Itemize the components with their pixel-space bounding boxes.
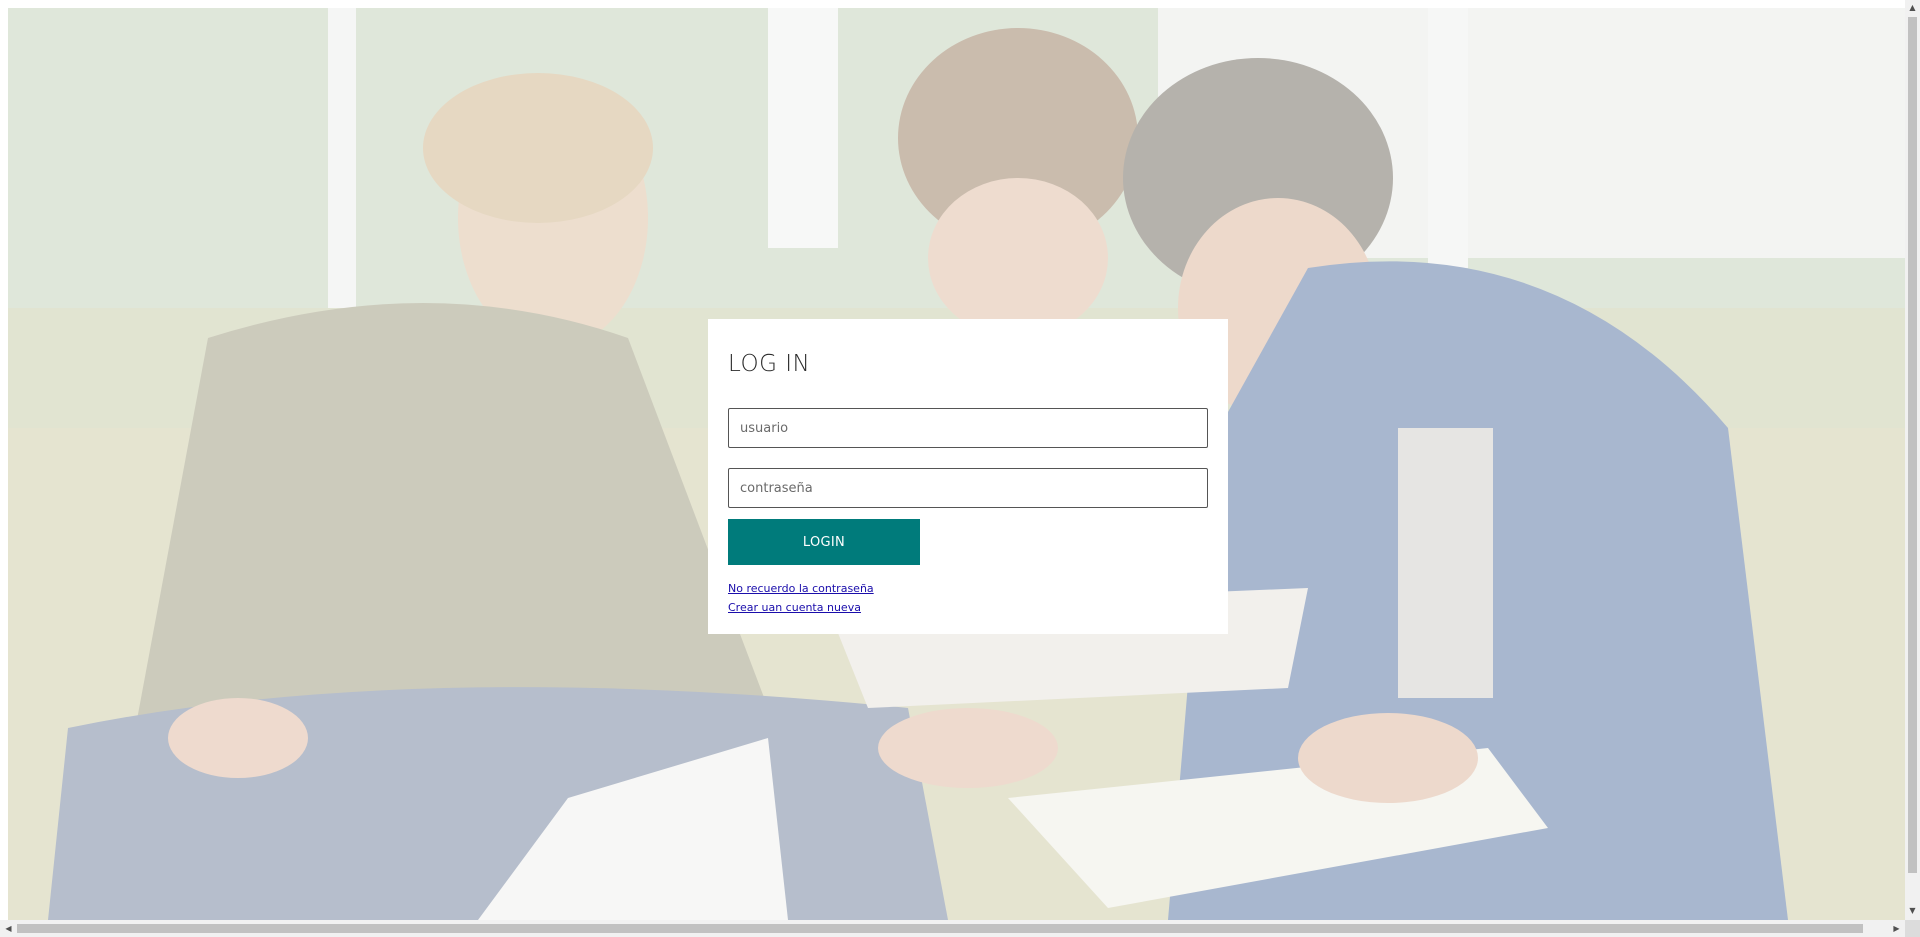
login-links: No recuerdo la contraseña Crear uan cuen… [728,579,1208,617]
scroll-left-icon[interactable]: ◀ [1,921,16,936]
login-title: LOG IN [728,351,811,377]
username-input[interactable] [728,408,1208,448]
scroll-down-icon[interactable]: ▼ [1905,903,1920,918]
scroll-right-icon[interactable]: ▶ [1889,921,1904,936]
create-account-link[interactable]: Crear uan cuenta nueva [728,598,1208,617]
horizontal-scrollbar[interactable]: ◀ ▶ [0,920,1905,937]
vertical-scrollbar-thumb[interactable] [1908,17,1917,873]
scroll-up-icon[interactable]: ▲ [1905,0,1920,15]
horizontal-scrollbar-thumb[interactable] [17,924,1863,933]
scrollbar-corner [1905,920,1920,937]
login-button[interactable]: LOGIN [728,519,920,565]
vertical-scrollbar[interactable]: ▲ ▼ [1905,0,1920,920]
forgot-password-link[interactable]: No recuerdo la contraseña [728,579,1208,598]
password-input[interactable] [728,468,1208,508]
login-card: LOG IN LOGIN No recuerdo la contraseña C… [708,319,1228,634]
